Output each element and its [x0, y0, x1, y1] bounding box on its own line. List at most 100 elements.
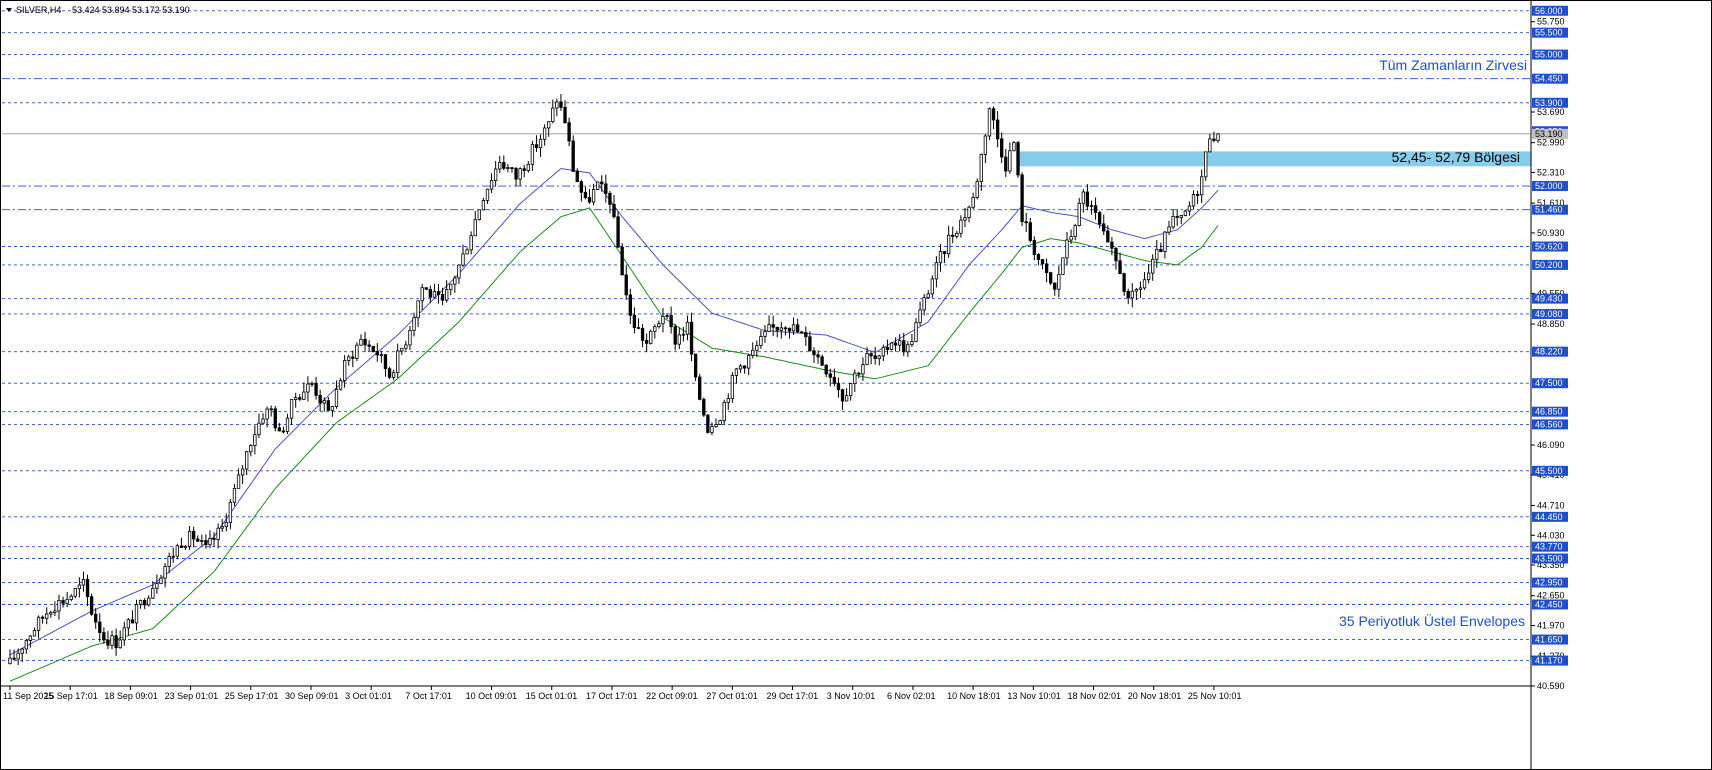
candle-body	[1126, 291, 1130, 299]
candle-body	[204, 540, 208, 546]
candle-body	[412, 317, 416, 331]
candle-body	[240, 468, 245, 476]
candle[interactable]	[1204, 151, 1208, 181]
candlestick-chart[interactable]: 55.75053.69052.99052.31051.61050.93049.5…	[0, 0, 1712, 770]
candle-body	[477, 209, 481, 221]
candle-body	[902, 340, 906, 353]
candle[interactable]	[616, 211, 620, 248]
candle-body	[1200, 176, 1204, 196]
candle[interactable]	[273, 405, 277, 432]
candle-body	[808, 336, 812, 352]
candle-body	[551, 107, 555, 123]
candle-body	[167, 556, 171, 567]
candle-body	[436, 291, 441, 295]
candle-body	[795, 324, 800, 333]
candle-body	[69, 595, 73, 600]
candle-body	[747, 355, 751, 369]
time-tick-label: 3 Nov 10:01	[827, 691, 876, 701]
candle-body	[236, 474, 241, 489]
candle-body	[506, 167, 510, 169]
candle-body	[383, 354, 388, 370]
candle-body	[1122, 273, 1126, 292]
candle-body	[522, 168, 526, 171]
candle[interactable]	[975, 178, 979, 200]
level-badge-label: 41.170	[1535, 656, 1563, 666]
candle-body	[493, 168, 498, 182]
candle[interactable]	[371, 345, 375, 353]
candle[interactable]	[571, 135, 575, 172]
candle-body	[832, 376, 837, 384]
candle-body	[28, 635, 33, 641]
level-badge-label: 45.500	[1535, 466, 1563, 476]
candle-body	[200, 540, 204, 542]
candle-body	[334, 388, 339, 408]
candle-body	[1167, 226, 1171, 233]
candle-body	[359, 338, 363, 346]
candle-body	[1159, 248, 1163, 253]
candle-body	[338, 380, 343, 390]
candle-body	[596, 181, 600, 190]
time-tick-label: 13 Nov 10:01	[1007, 691, 1061, 701]
candle-body	[1138, 287, 1143, 290]
time-tick-label: 25 Nov 10:01	[1188, 691, 1242, 701]
level-badge-label: 50.620	[1535, 242, 1563, 252]
candle-body	[1020, 174, 1024, 223]
candle[interactable]	[477, 209, 481, 221]
candle[interactable]	[889, 341, 894, 351]
candle[interactable]	[596, 181, 600, 191]
ohlc-readout: 53.424 53.894 53.172 53.190	[72, 5, 190, 15]
candle-body	[669, 315, 673, 328]
candle[interactable]	[89, 593, 94, 616]
candle-body	[245, 451, 249, 470]
candle-body	[1012, 142, 1016, 152]
candle-body	[1004, 156, 1008, 172]
candle-body	[122, 627, 126, 641]
candle-body	[518, 168, 522, 180]
candle-body	[73, 588, 77, 597]
candle-body	[865, 353, 869, 366]
candle-body	[775, 326, 779, 331]
candle[interactable]	[1016, 140, 1020, 178]
candle[interactable]	[702, 397, 706, 417]
candle-body	[836, 382, 841, 391]
level-badge-label: 44.450	[1535, 512, 1563, 522]
level-badge-label: 52.000	[1535, 181, 1563, 191]
candle-body	[934, 262, 939, 280]
candle[interactable]	[693, 353, 698, 382]
silver-h4-chart[interactable]: 55.750 53.690 52.990 52.310 51.610 50.930 49.5…	[0, 0, 1712, 770]
candle[interactable]	[1020, 172, 1024, 227]
candle[interactable]	[355, 342, 359, 362]
candle-body	[738, 365, 743, 370]
level-badge-label: 49.080	[1535, 309, 1563, 319]
candle[interactable]	[620, 243, 624, 276]
candle-body	[408, 330, 412, 346]
candle[interactable]	[706, 414, 710, 434]
candle-body	[665, 315, 669, 317]
candle-body	[94, 613, 98, 623]
level-badge-label: 56.000	[1535, 6, 1563, 16]
candle[interactable]	[718, 419, 722, 425]
candle-body	[579, 181, 584, 193]
candle[interactable]	[987, 107, 992, 141]
candle[interactable]	[1049, 271, 1053, 286]
candle-body	[155, 583, 159, 589]
candle-body	[1204, 151, 1208, 178]
last-price-label: 53.190	[1535, 129, 1563, 139]
candle-body	[1110, 241, 1114, 249]
candle-body	[1008, 150, 1012, 172]
candle-body	[473, 219, 477, 237]
candle[interactable]	[424, 287, 428, 290]
candle-body	[24, 640, 28, 650]
candle-body	[306, 383, 310, 393]
level-badge-label: 55.000	[1535, 50, 1563, 60]
candle[interactable]	[387, 366, 392, 380]
candle-body	[342, 360, 347, 381]
candle-body	[955, 232, 959, 237]
candle[interactable]	[698, 373, 702, 401]
candle[interactable]	[649, 329, 653, 345]
candle[interactable]	[1061, 257, 1065, 275]
candle[interactable]	[1012, 140, 1016, 152]
candle-body	[49, 612, 53, 615]
candle-body	[114, 635, 118, 649]
candle[interactable]	[730, 371, 735, 403]
